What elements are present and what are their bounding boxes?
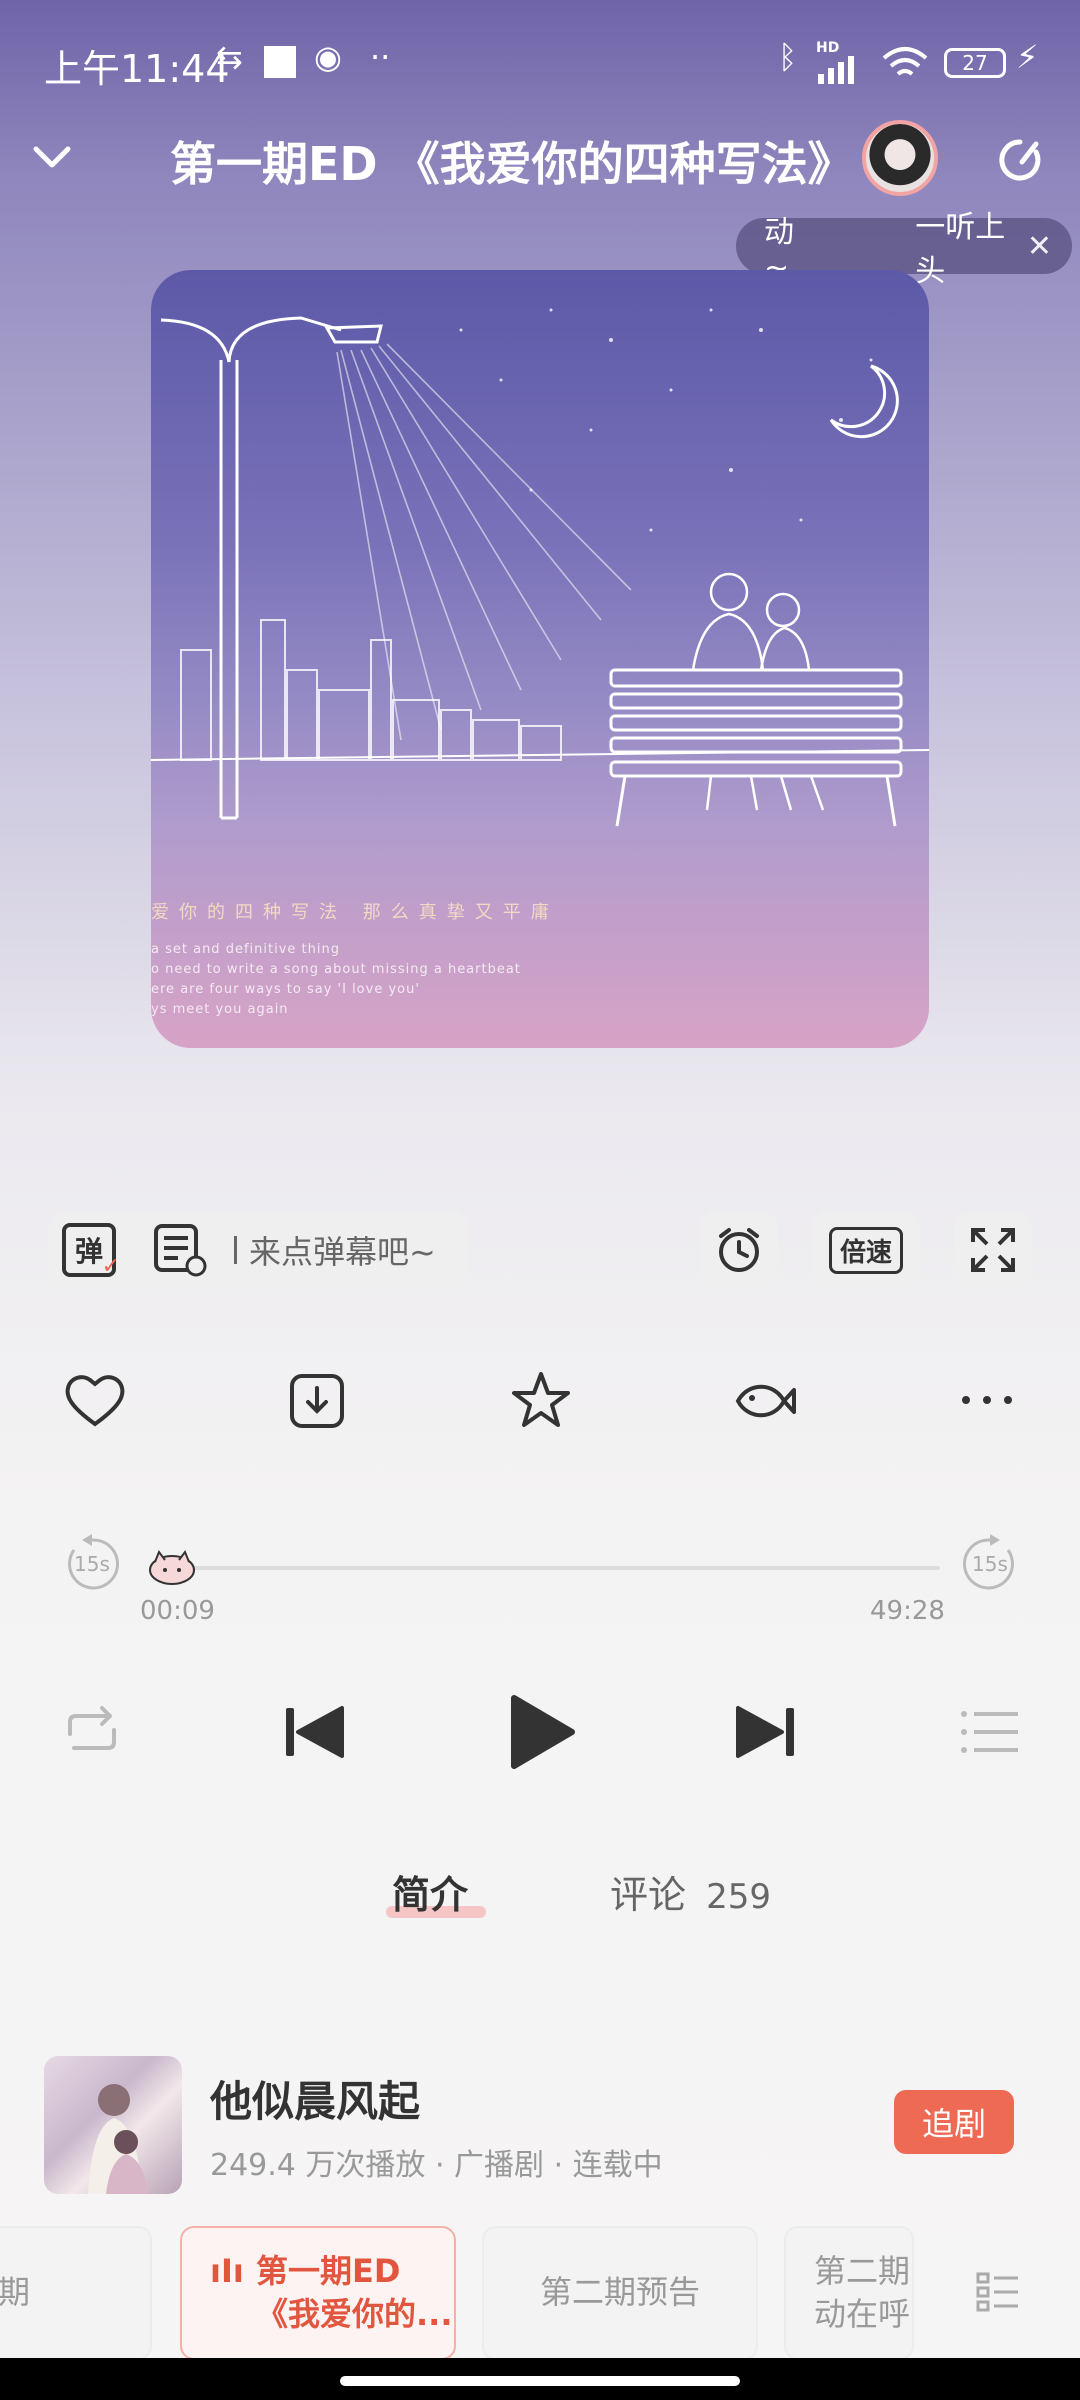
status-time: 上午11:44 — [44, 47, 230, 91]
rewind-label: 15s — [74, 1552, 110, 1576]
star-icon[interactable] — [506, 1366, 576, 1436]
cover-line-2: o need to write a song about missing a h… — [151, 962, 521, 977]
episode-label: 第二期 动在呼 — [814, 2251, 911, 2333]
more-dots-icon: ·· — [370, 38, 391, 76]
cover-title-text: 爱你的四种写法 那么真挚又平庸 — [151, 902, 559, 923]
danmu-input-bar[interactable]: 弹 ✓ 来点弹幕吧~ — [48, 1212, 468, 1288]
cat-thumb-icon — [149, 1549, 196, 1585]
speed-button[interactable]: 倍速 — [812, 1212, 920, 1288]
repeat-icon[interactable] — [60, 1700, 124, 1764]
download-icon[interactable] — [282, 1366, 352, 1436]
cover-line-4: ys meet you again — [151, 1002, 289, 1017]
episode-label: 第二期预告 — [539, 2273, 700, 2312]
tab-intro-label: 简介 — [392, 1873, 469, 1917]
cover-line-1: a set and definitive thing — [151, 942, 340, 957]
battery-indicator: 27 — [944, 48, 1006, 78]
divider — [234, 1236, 237, 1264]
episode-label: 期 — [0, 2273, 30, 2312]
timer-button[interactable] — [700, 1212, 778, 1288]
signal-icon — [818, 56, 854, 84]
fullscreen-button[interactable] — [954, 1212, 1032, 1288]
cover-artwork: 爱你的四种写法 那么真挚又平庸 a set and definitive thi… — [151, 270, 929, 1048]
album-art — [88, 2084, 148, 2194]
expand-icon — [971, 1228, 1015, 1272]
forward-15-button[interactable]: 15s — [958, 1532, 1022, 1596]
danmu-toggle-label: 弹 — [74, 1235, 103, 1268]
bluetooth-icon: ᛒ — [778, 38, 798, 76]
tooltip-text-right: 一听上头 — [915, 210, 1006, 289]
episode-list-icon[interactable] — [976, 2270, 1020, 2314]
episode-card[interactable]: 第二期预告 — [482, 2226, 758, 2360]
chevron-down-icon[interactable] — [30, 135, 74, 179]
android-icon: ◉ — [314, 38, 342, 76]
tab-intro[interactable]: 简介 — [392, 1864, 468, 1919]
tab-comments[interactable]: 评论 259 — [610, 1864, 771, 1919]
album-meta: 249.4 万次播放 · 广播剧 · 连载中 — [210, 2148, 663, 2183]
screen-icon — [264, 46, 296, 78]
forward-label: 15s — [972, 1552, 1008, 1576]
total-time: 49:28 — [870, 1596, 945, 1626]
cover-illustration — [151, 308, 929, 827]
alarm-clock-icon — [719, 1228, 759, 1272]
album-title[interactable]: 他似晨风起 — [210, 2068, 420, 2129]
episode-card[interactable]: 第二期 动在呼 — [784, 2226, 914, 2360]
charging-icon: ⚡ — [1016, 38, 1039, 76]
refresh-icon[interactable] — [992, 132, 1048, 188]
cover-line-3: ere are four ways to say 'I love you' — [151, 982, 420, 997]
wifi-icon — [882, 47, 928, 76]
usb-icon: ⇆ — [216, 38, 243, 76]
episode-label: 第一期ED 《我爱你的... — [256, 2251, 453, 2333]
close-icon[interactable]: ✕ — [1027, 229, 1052, 264]
rewind-15-button[interactable]: 15s — [60, 1532, 124, 1596]
sound-wave-icon: ıIı — [210, 2252, 244, 2290]
episode-card-active[interactable]: ıIı 第一期ED 《我爱你的... — [180, 2226, 456, 2360]
home-indicator[interactable] — [340, 2376, 740, 2386]
next-icon[interactable] — [730, 1700, 800, 1764]
tab-comments-count: 259 — [706, 1877, 772, 1917]
heart-icon[interactable] — [60, 1366, 130, 1436]
tooltip-bubble: 动~ 一听上头 ✕ — [736, 210, 1072, 289]
album-cover[interactable] — [44, 2056, 182, 2194]
tab-comments-label: 评论 — [610, 1873, 687, 1917]
avatar[interactable] — [862, 120, 938, 196]
page-title: 第一期ED 《我爱你的四种写法》 — [170, 137, 854, 191]
play-icon[interactable] — [500, 1690, 580, 1774]
danmu-placeholder[interactable]: 来点弹幕吧~ — [249, 1227, 436, 1273]
progress-thumb[interactable] — [147, 1544, 197, 1586]
previous-icon[interactable] — [280, 1700, 350, 1764]
fish-icon[interactable] — [730, 1366, 800, 1436]
speed-label: 倍速 — [828, 1226, 903, 1274]
episode-card[interactable]: 期 — [0, 2226, 152, 2360]
progress-track[interactable] — [170, 1566, 940, 1570]
current-time: 00:09 — [140, 1596, 215, 1626]
follow-button[interactable]: 追剧 — [894, 2090, 1014, 2154]
danmu-settings-icon[interactable] — [150, 1220, 210, 1280]
playlist-icon[interactable] — [956, 1700, 1022, 1764]
more-icon[interactable] — [952, 1366, 1022, 1436]
danmu-toggle-icon[interactable]: 弹 ✓ — [62, 1223, 120, 1279]
